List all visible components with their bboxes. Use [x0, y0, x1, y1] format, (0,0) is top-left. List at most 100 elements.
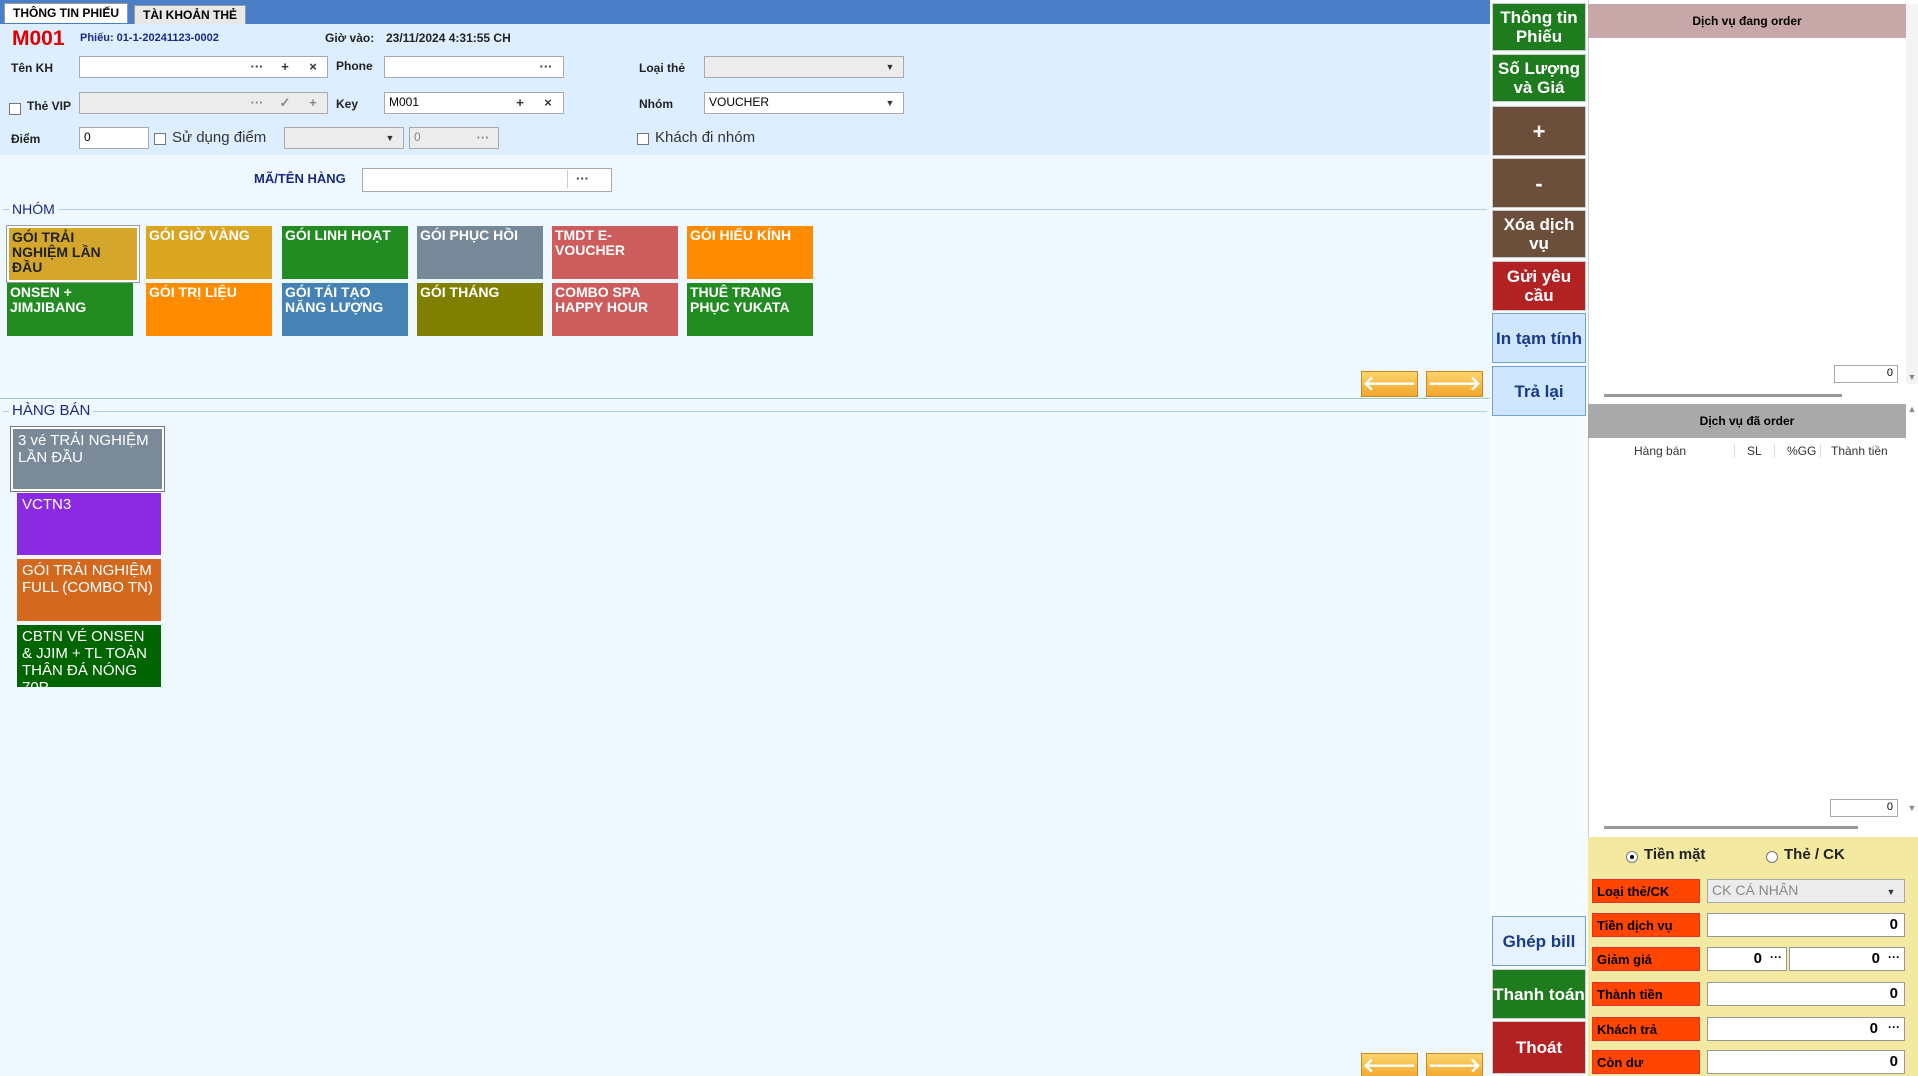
group-tile[interactable]: GÓI LINH HOẠT: [282, 226, 408, 279]
tab-tai-khoan-the[interactable]: TÀI KHOẢN THẺ: [134, 5, 246, 24]
so-luong-gia-button[interactable]: Số Lượng và Giá: [1492, 54, 1586, 102]
nhom-value: VOUCHER: [709, 95, 770, 109]
product-tile[interactable]: GÓI TRẢI NGHIỆM FULL (COMBO TN): [17, 559, 161, 621]
ma-ten-hang-lookup-icon[interactable]: ···: [567, 170, 597, 188]
groups-prev-button[interactable]: 🡐: [1361, 371, 1418, 397]
giam-gia-amount-value: 0: [1753, 950, 1762, 967]
thoat-button[interactable]: Thoát: [1492, 1021, 1586, 1074]
scroll-down-icon[interactable]: ▼: [1906, 372, 1918, 382]
giam-gia-amount-lookup-icon[interactable]: ···: [1770, 950, 1782, 964]
scroll-up-icon[interactable]: ▲: [1906, 404, 1918, 414]
khach-di-nhom-checkbox[interactable]: [637, 130, 649, 148]
diem-input[interactable]: 0: [79, 127, 149, 149]
products-prev-button[interactable]: 🡐: [1361, 1053, 1418, 1076]
phone-input[interactable]: ···: [384, 56, 564, 78]
product-tile[interactable]: CBTN VÉ ONSEN & JJIM + TL TOÀN THÂN ĐÁ N…: [17, 625, 161, 687]
pending-vscroll[interactable]: [1906, 4, 1918, 384]
chevron-down-icon: ▼: [885, 98, 895, 108]
cash-radio[interactable]: [1626, 848, 1638, 866]
ma-ten-hang-input[interactable]: ···: [362, 168, 612, 192]
ten-kh-lookup-icon[interactable]: ···: [248, 58, 266, 76]
the-vip-lookup-icon[interactable]: ···: [248, 94, 266, 112]
ten-kh-input[interactable]: ··· + ×: [79, 56, 328, 78]
pending-title: Dịch vụ đang order: [1588, 4, 1906, 38]
giam-gia-percent-input[interactable]: 0 ···: [1789, 947, 1905, 971]
col-sl: SL: [1734, 444, 1762, 458]
time-label: Giờ vào:: [325, 31, 375, 45]
key-value: M001: [389, 95, 420, 109]
su-dung-diem-checkbox[interactable]: [154, 130, 166, 148]
thong-tin-phieu-button[interactable]: Thông tin Phiếu: [1492, 3, 1586, 51]
the-vip-add-icon[interactable]: +: [304, 94, 322, 112]
ghep-bill-button[interactable]: Ghép bill: [1492, 916, 1586, 966]
pending-hscroll[interactable]: [1604, 394, 1842, 397]
su-dung-diem-label: Sử dụng điểm: [172, 129, 267, 146]
minus-button[interactable]: -: [1492, 158, 1586, 208]
loai-the-select[interactable]: ▼: [704, 56, 904, 78]
group-tile[interactable]: ONSEN + JIMJIBANG: [7, 283, 133, 336]
products-next-button[interactable]: 🡒: [1426, 1053, 1483, 1076]
in-tam-tinh-button[interactable]: In tạm tính: [1492, 313, 1586, 363]
key-input[interactable]: M001 + ×: [384, 92, 564, 114]
card-label: Thẻ / CK: [1784, 846, 1845, 863]
key-add-icon[interactable]: +: [511, 94, 529, 112]
nhom-select[interactable]: VOUCHER ▼: [704, 92, 904, 114]
con-du-value: 0: [1707, 1050, 1905, 1074]
ten-kh-add-icon[interactable]: +: [276, 58, 294, 76]
col-hang-ban: Hàng bán: [1634, 444, 1687, 458]
ordered-hscroll[interactable]: [1604, 826, 1858, 829]
groups-title: NHÓM: [9, 201, 58, 217]
card-radio[interactable]: [1766, 848, 1778, 866]
chevron-down-icon: ▼: [1886, 887, 1896, 897]
search-area: [0, 155, 1490, 203]
ordered-header: Hàng bán SL %GG Thành tiền: [1588, 441, 1906, 463]
khach-tra-value: 0: [1869, 1020, 1878, 1037]
tab-thong-tin-phieu[interactable]: THÔNG TIN PHIẾU: [4, 3, 129, 23]
khach-tra-lookup-icon[interactable]: ···: [1888, 1020, 1900, 1034]
xoa-dich-vu-button[interactable]: Xóa dịch vụ: [1492, 210, 1586, 258]
thanh-toan-button[interactable]: Thanh toán: [1492, 969, 1586, 1019]
groups-next-button[interactable]: 🡒: [1426, 371, 1483, 397]
giam-gia-amount-input[interactable]: 0 ···: [1707, 947, 1787, 971]
group-tile[interactable]: GÓI GIỜ VÀNG: [146, 226, 272, 279]
key-clear-icon[interactable]: ×: [539, 94, 557, 112]
group-tile[interactable]: COMBO SPA HAPPY HOUR: [552, 283, 678, 336]
ticket-number: Phiếu: 01-1-20241123-0002: [80, 32, 219, 44]
ordered-title: Dịch vụ đã order: [1588, 404, 1906, 438]
the-vip-check-icon[interactable]: ✓: [276, 94, 294, 112]
pending-panel: [1588, 0, 1918, 400]
tra-lai-button[interactable]: Trả lại: [1492, 366, 1586, 416]
diem-used-value: 0: [414, 130, 421, 144]
loai-the-ck-label: Loại thẻ/CK: [1592, 879, 1700, 903]
ordered-count: 0: [1830, 799, 1898, 817]
product-tile[interactable]: VCTN3: [17, 493, 161, 555]
khach-tra-label: Khách trả: [1592, 1017, 1700, 1041]
phone-lookup-icon[interactable]: ···: [537, 58, 555, 76]
group-tile[interactable]: GÓI HIẾU KÍNH: [687, 226, 813, 279]
loai-the-ck-select[interactable]: CK CÁ NHÂN ▼: [1707, 879, 1905, 903]
the-vip-checkbox[interactable]: [9, 100, 21, 118]
group-tile[interactable]: GÓI TRẢI NGHIỆM LẦN ĐẦU: [6, 225, 140, 283]
group-tile[interactable]: GÓI TÁI TẠO NĂNG LƯỢNG: [282, 283, 408, 336]
scroll-down-icon[interactable]: ▼: [1906, 803, 1918, 813]
su-dung-diem-select[interactable]: ▼: [284, 127, 404, 149]
khach-tra-input[interactable]: 0 ···: [1707, 1017, 1905, 1041]
group-tile[interactable]: GÓI THÁNG: [417, 283, 543, 336]
group-tile[interactable]: THUÊ TRANG PHỤC YUKATA: [687, 283, 813, 336]
ten-kh-clear-icon[interactable]: ×: [304, 58, 322, 76]
the-vip-input[interactable]: ··· ✓ +: [79, 92, 328, 114]
group-tile[interactable]: TMDT E-VOUCHER: [552, 226, 678, 279]
group-tile[interactable]: GÓI TRỊ LIỆU: [146, 283, 272, 336]
giam-gia-label: Giảm giá: [1592, 947, 1700, 971]
products-panel: [0, 400, 1490, 1076]
giam-gia-percent-lookup-icon[interactable]: ···: [1888, 950, 1900, 964]
group-tile[interactable]: GÓI PHỤC HỒI: [417, 226, 543, 279]
plus-button[interactable]: +: [1492, 106, 1586, 156]
products-frame: [3, 411, 1487, 412]
diem-lookup-icon[interactable]: ···: [474, 129, 492, 147]
con-du-label: Còn dư: [1592, 1050, 1700, 1074]
gui-yeu-cau-button[interactable]: Gửi yêu cầu: [1492, 261, 1586, 311]
product-tile[interactable]: 3 vé TRẢI NGHIỆM LẦN ĐẦU: [10, 426, 165, 492]
giam-gia-percent-value: 0: [1871, 950, 1880, 967]
diem-used-input[interactable]: 0 ···: [409, 127, 499, 149]
